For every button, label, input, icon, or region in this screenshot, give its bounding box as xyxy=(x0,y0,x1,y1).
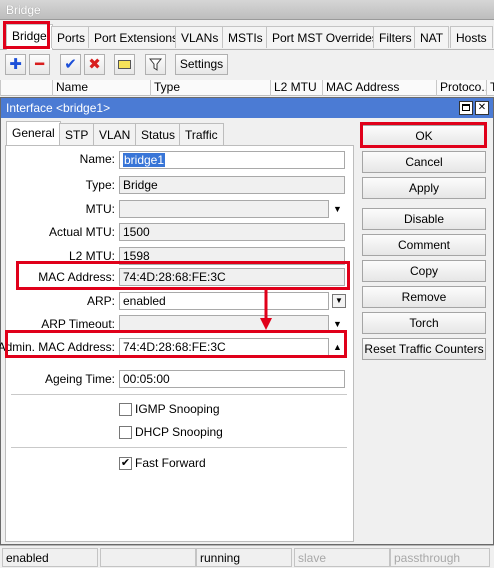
status-bar: enabled running slave passthrough xyxy=(0,545,494,568)
admin-mac-field[interactable]: 74:4D:28:68:FE:3C xyxy=(119,338,329,356)
remove-button[interactable]: Remove xyxy=(362,286,486,308)
dhcp-snooping-checkbox[interactable] xyxy=(119,426,132,439)
tab-traffic[interactable]: Traffic xyxy=(179,123,224,145)
mtu-label: MTU: xyxy=(85,202,115,216)
tab-vlan[interactable]: VLAN xyxy=(93,123,137,145)
interface-dialog: Interface <bridge1> ✕ General STP VLAN S… xyxy=(0,97,494,545)
status-slave: slave xyxy=(294,548,390,567)
mtu-dropdown-icon[interactable]: ▼ xyxy=(333,205,342,214)
tab-ports[interactable]: Ports xyxy=(51,26,92,48)
col-type[interactable]: Type xyxy=(150,80,270,96)
divider xyxy=(11,447,347,448)
col-name[interactable]: Name xyxy=(52,80,150,96)
main-tabbar: Bridge Ports Port Extensions VLANs MSTIs… xyxy=(0,20,494,50)
arp-label: ARP: xyxy=(86,294,115,308)
column-header: Name Type L2 MTU MAC Address Protoco... … xyxy=(0,80,494,96)
type-field: Bridge xyxy=(119,176,345,194)
add-icon[interactable]: ✚ xyxy=(5,54,26,75)
toolbar: ✚ ━ ✔ ✖ Settings xyxy=(0,50,494,80)
tab-port-mst-overrides[interactable]: Port MST Overrides xyxy=(266,26,384,48)
ageing-time-label: Ageing Time: xyxy=(44,372,115,386)
type-label: Type: xyxy=(85,178,115,192)
dialog-title: Interface <bridge1> ✕ xyxy=(1,98,493,118)
copy-button[interactable]: Copy xyxy=(362,260,486,282)
disable-icon[interactable]: ✖ xyxy=(84,54,105,75)
tab-nat[interactable]: NAT xyxy=(414,26,450,48)
tab-status[interactable]: Status xyxy=(135,123,182,145)
mac-address-label: MAC Address: xyxy=(38,270,115,284)
ageing-time-field[interactable]: 00:05:00 xyxy=(119,370,345,388)
arp-timeout-dropdown-icon[interactable]: ▼ xyxy=(333,320,342,329)
status-enabled: enabled xyxy=(2,548,98,567)
igmp-snooping-label: IGMP Snooping xyxy=(135,402,220,416)
arp-select[interactable]: enabled xyxy=(119,292,329,310)
admin-mac-label: Admin. MAC Address: xyxy=(0,340,115,354)
dhcp-snooping-label: DHCP Snooping xyxy=(135,425,223,439)
disable-button[interactable]: Disable xyxy=(362,208,486,230)
name-field[interactable]: bridge1 xyxy=(119,151,345,169)
window-title: Bridge xyxy=(0,0,494,20)
close-icon[interactable]: ✕ xyxy=(475,101,489,115)
tab-stp[interactable]: STP xyxy=(59,123,95,145)
col-protocol[interactable]: Protoco... xyxy=(436,80,486,96)
tab-bridge[interactable]: Bridge xyxy=(6,24,53,50)
reset-traffic-counters-button[interactable]: Reset Traffic Counters xyxy=(362,338,486,360)
filter-icon[interactable] xyxy=(145,54,166,75)
status-running: running xyxy=(196,548,292,567)
igmp-snooping-checkbox[interactable] xyxy=(119,403,132,416)
divider xyxy=(11,394,347,395)
arp-timeout-label: ARP Timeout: xyxy=(41,317,115,331)
tab-filters[interactable]: Filters xyxy=(373,26,418,48)
fast-forward-label: Fast Forward xyxy=(135,456,206,470)
actual-mtu-label: Actual MTU: xyxy=(48,225,115,239)
mtu-field[interactable] xyxy=(119,200,329,218)
tab-hosts[interactable]: Hosts xyxy=(450,26,493,48)
tab-general[interactable]: General xyxy=(6,121,61,146)
tab-mstis[interactable]: MSTIs xyxy=(222,26,269,48)
name-label: Name: xyxy=(79,152,115,166)
status-passthrough: passthrough xyxy=(390,548,490,567)
l2mtu-label: L2 MTU: xyxy=(68,249,115,263)
l2mtu-field: 1598 xyxy=(119,247,345,265)
settings-button[interactable]: Settings xyxy=(175,54,228,75)
torch-button[interactable]: Torch xyxy=(362,312,486,334)
arrow-icon xyxy=(260,290,272,330)
admin-mac-collapse-icon[interactable]: ▲ xyxy=(333,343,342,352)
dialog-title-text: Interface <bridge1> xyxy=(6,101,111,115)
fast-forward-checkbox[interactable]: ✔ xyxy=(119,457,132,470)
apply-button[interactable]: Apply xyxy=(362,177,486,199)
tab-port-extensions[interactable]: Port Extensions xyxy=(88,26,185,48)
col-t[interactable]: T xyxy=(486,80,494,96)
cancel-button[interactable]: Cancel xyxy=(362,151,486,173)
mac-address-field: 74:4D:28:68:FE:3C xyxy=(119,268,345,286)
comment-icon[interactable] xyxy=(114,54,135,75)
status-empty xyxy=(100,548,196,567)
remove-icon[interactable]: ━ xyxy=(29,54,50,75)
ok-button[interactable]: OK xyxy=(362,125,486,147)
arp-timeout-field[interactable] xyxy=(119,315,329,333)
enable-icon[interactable]: ✔ xyxy=(60,54,81,75)
actual-mtu-field: 1500 xyxy=(119,223,345,241)
comment-button[interactable]: Comment xyxy=(362,234,486,256)
maximize-icon[interactable] xyxy=(459,101,473,115)
col-l2mtu[interactable]: L2 MTU xyxy=(270,80,322,96)
general-panel: Name: bridge1 Type: Bridge MTU: ▼ Actual… xyxy=(0,145,354,542)
arp-dropdown-icon[interactable]: ▼ xyxy=(332,294,346,308)
col-mac-address[interactable]: MAC Address xyxy=(322,80,436,96)
tab-vlans[interactable]: VLANs xyxy=(175,26,225,48)
